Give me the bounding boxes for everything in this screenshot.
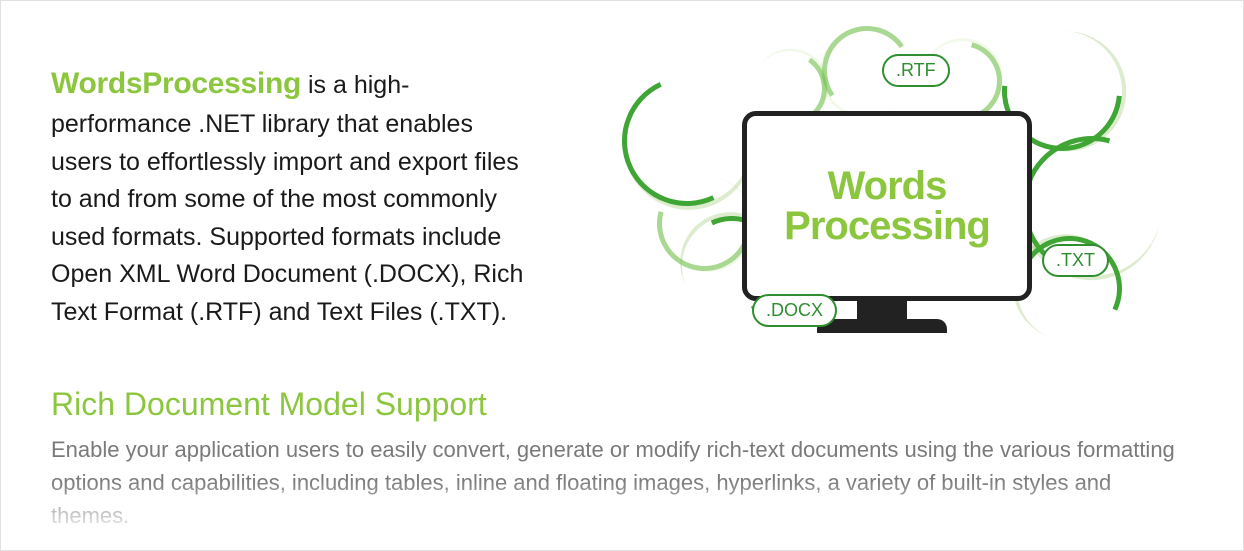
illustration-column: Words Processing .RTF .TXT .DOCX	[571, 36, 1193, 336]
format-badge-docx: .DOCX	[752, 294, 837, 327]
section-title: Rich Document Model Support	[51, 386, 1193, 423]
monitor-icon: Words Processing	[742, 111, 1032, 301]
intro-body-text: is a high-performance .NET library that …	[51, 71, 523, 326]
document-page: WordsProcessing is a high-performance .N…	[0, 0, 1244, 551]
section-rich-document-model: Rich Document Model Support Enable your …	[51, 386, 1193, 532]
format-badge-rtf: .RTF	[882, 54, 950, 87]
intro-column: WordsProcessing is a high-performance .N…	[51, 36, 531, 356]
monitor-title-line2: Processing	[784, 206, 990, 246]
format-badge-txt: .TXT	[1042, 244, 1109, 277]
monitor-base-icon	[817, 319, 947, 333]
intro-paragraph: WordsProcessing is a high-performance .N…	[51, 61, 531, 331]
intro-row: WordsProcessing is a high-performance .N…	[51, 36, 1193, 356]
product-name: WordsProcessing	[51, 67, 301, 100]
monitor-title-line1: Words	[828, 166, 947, 206]
words-processing-illustration: Words Processing .RTF .TXT .DOCX	[602, 36, 1162, 336]
section-body: Enable your application users to easily …	[51, 433, 1193, 532]
